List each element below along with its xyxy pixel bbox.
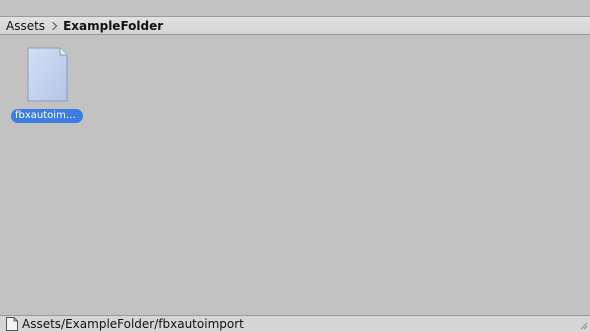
toolbar-strip — [0, 0, 590, 17]
asset-name-label[interactable]: fbxautoimp… — [11, 109, 83, 123]
status-bar: Assets/ExampleFolder/fbxautoimport — [0, 315, 590, 332]
chevron-right-icon — [47, 18, 61, 34]
file-icon — [6, 317, 18, 331]
breadcrumb-item-assets[interactable]: Assets — [6, 18, 45, 34]
project-browser-window: Assets ExampleFolder fbxautoimp… Assets/… — [0, 0, 590, 332]
resize-grip-icon[interactable] — [578, 320, 588, 330]
breadcrumb-item-examplefolder[interactable]: ExampleFolder — [63, 18, 163, 34]
asset-grid[interactable]: fbxautoimp… — [0, 36, 590, 315]
breadcrumb: Assets ExampleFolder — [0, 17, 590, 35]
selected-asset-path: Assets/ExampleFolder/fbxautoimport — [22, 317, 244, 331]
file-icon — [27, 47, 68, 102]
asset-item-fbxautoimport[interactable]: fbxautoimp… — [10, 46, 84, 126]
